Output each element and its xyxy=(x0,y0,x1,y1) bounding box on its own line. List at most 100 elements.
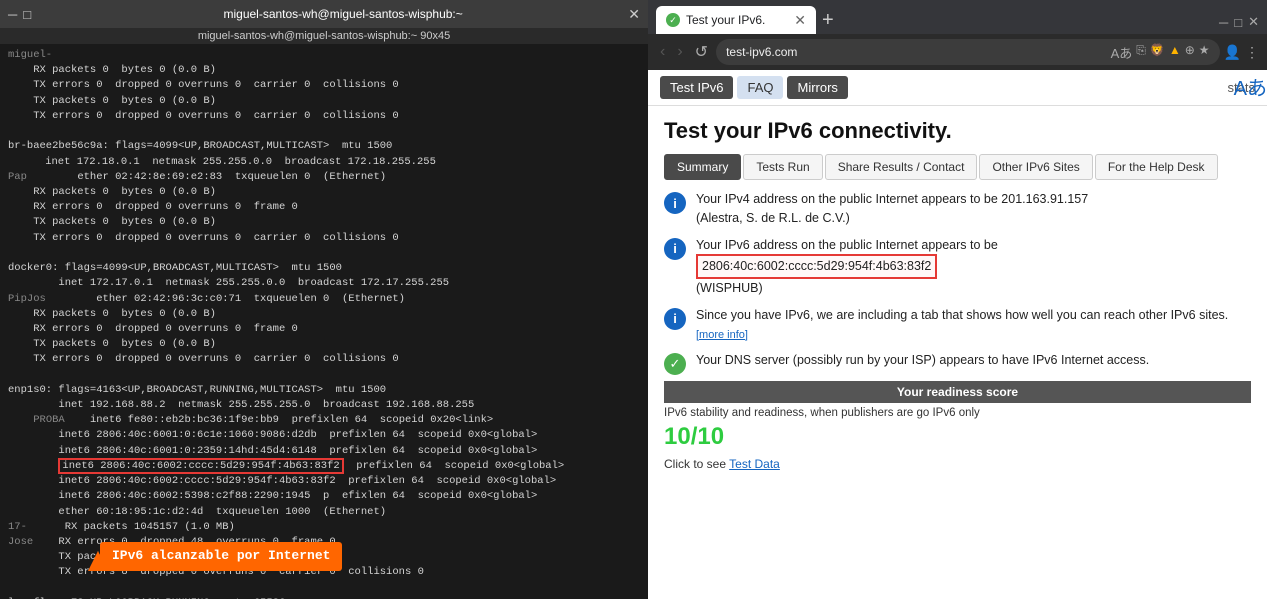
terminal-line: miguel- xyxy=(8,48,640,63)
terminal-close[interactable]: ✕ xyxy=(628,6,640,23)
readiness-bar: Your readiness score xyxy=(664,381,1251,403)
ipv6-highlight-box: inet6 2806:40c:6002:cccc:5d29:954f:4b63:… xyxy=(58,458,343,474)
terminal-line: inet6 2806:40c:6001:0:6c1e:1060:9086:d2d… xyxy=(8,428,640,443)
warning-icon: ▲ xyxy=(1169,43,1181,62)
result-text-ipv6: Your IPv6 address on the public Internet… xyxy=(696,236,998,298)
terminal-line: inet6 2806:40c:6001:0:2359:14hd:45d4:614… xyxy=(8,444,640,459)
share-icon[interactable]: ⎘ xyxy=(1136,43,1146,62)
ipv6-address-box: 2806:40c:6002:cccc:5d29:954f:4b63:83f2 xyxy=(696,254,937,279)
tab-favicon: ✓ xyxy=(666,13,680,27)
result-text-dns: Your DNS server (possibly run by your IS… xyxy=(696,351,1149,370)
terminal-line: inet 172.18.0.1 netmask 255.255.0.0 broa… xyxy=(8,155,640,170)
tab-close-button[interactable]: ✕ xyxy=(794,12,806,29)
terminal-line: RX packets 0 bytes 0 (0.0 B) xyxy=(8,63,640,78)
terminal-panel: ─ □ miguel-santos-wh@miguel-santos-wisph… xyxy=(0,0,648,599)
terminal-line: inet6 2806:40c:6002:cccc:5d29:954f:4b63:… xyxy=(8,474,640,489)
account-icon[interactable]: 👤 xyxy=(1224,44,1241,61)
terminal-line: RX errors 0 dropped 0 overruns 0 frame 0 xyxy=(8,200,640,215)
terminal-line: TX packets 0 bytes 0 (0.0 B) xyxy=(8,337,640,352)
readiness-desc: IPv6 stability and readiness, when publi… xyxy=(664,407,1251,419)
terminal-line: PipJos ether 02:42:96:3c:c0:71 txqueuele… xyxy=(8,292,640,307)
browser-maximize[interactable]: □ xyxy=(1234,15,1242,30)
terminal-title: miguel-santos-wh@miguel-santos-wisphub:~ xyxy=(58,7,628,21)
terminal-line: enp1s0: flags=4163<UP,BROADCAST,RUNNING,… xyxy=(8,383,640,398)
results-tab-help-desk[interactable]: For the Help Desk xyxy=(1095,154,1218,180)
terminal-line: ether 60:18:95:1c:d2:4d txqueuelen 1000 … xyxy=(8,505,640,520)
terminal-line: br-baee2be56c9a: flags=4099<UP,BROADCAST… xyxy=(8,139,640,154)
terminal-line: RX errors 0 dropped 0 overruns 0 frame 0 xyxy=(8,322,640,337)
results-tab-other-sites[interactable]: Other IPv6 Sites xyxy=(979,154,1092,180)
browser-ext-icons: 👤 ⋮ xyxy=(1224,44,1259,61)
tab-title: Test your IPv6. xyxy=(686,13,788,27)
nav-tab-test-ipv6[interactable]: Test IPv6 xyxy=(660,76,733,99)
address-text: test-ipv6.com xyxy=(726,45,1105,59)
terminal-line: inet 172.17.0.1 netmask 255.255.0.0 broa… xyxy=(8,276,640,291)
terminal-line: TX errors 0 dropped 0 overruns 0 carrier… xyxy=(8,78,640,93)
terminal-maximize[interactable]: □ xyxy=(23,7,31,22)
nav-reload-button[interactable]: ↺ xyxy=(691,40,712,64)
results-tab-share[interactable]: Share Results / Contact xyxy=(825,154,978,180)
brave-shield-icon[interactable]: 🦁 xyxy=(1150,43,1165,62)
terminal-line: RX packets 0 bytes 0 (0.0 B) xyxy=(8,307,640,322)
terminal-line: inet6 2806:40c:6002:5398:c2f88:2290:1945… xyxy=(8,489,640,504)
more-options-icon[interactable]: ⋮ xyxy=(1245,44,1259,61)
browser-minimize[interactable]: ─ xyxy=(1219,15,1228,30)
result-item-ipv6: i Your IPv6 address on the public Intern… xyxy=(664,236,1251,298)
browser-chrome: ✓ Test your IPv6. ✕ + ─ □ ✕ ‹ › ↺ test-i… xyxy=(648,0,1267,70)
info-icon-3: i xyxy=(664,308,686,330)
terminal-line: TX errors 0 dropped 0 overruns 0 carrier… xyxy=(8,231,640,246)
translate-page-icon[interactable]: Aあ xyxy=(1234,72,1267,101)
terminal-line: TX packets 0 bytes 0 (0.0 B) xyxy=(8,94,640,109)
browser-close[interactable]: ✕ xyxy=(1248,14,1259,30)
result-items: i Your IPv4 address on the public Intern… xyxy=(664,190,1251,375)
nav-tab-faq[interactable]: FAQ xyxy=(737,76,783,99)
terminal-line: inet 192.168.88.2 netmask 255.255.255.0 … xyxy=(8,398,640,413)
result-item-ipv4: i Your IPv4 address on the public Intern… xyxy=(664,190,1251,228)
terminal-minimize[interactable]: ─ xyxy=(8,7,17,22)
terminal-line: 17- RX packets 1045157 (1.0 MB) xyxy=(8,520,640,535)
result-text-ipv4: Your IPv4 address on the public Internet… xyxy=(696,190,1088,228)
terminal-line xyxy=(8,368,640,383)
nav-forward-button[interactable]: › xyxy=(673,41,686,63)
browser-controls-row: ‹ › ↺ test-ipv6.com Aあ ⎘ 🦁 ▲ ⊕ ★ 👤 ⋮ xyxy=(648,34,1267,70)
new-tab-button[interactable]: + xyxy=(822,9,834,32)
score-value: 10/10 xyxy=(664,423,724,451)
result-text-ipv6-sites: Since you have IPv6, we are including a … xyxy=(696,306,1251,344)
terminal-line: PROBA inet6 fe80::eb2b:bc36:1f9e:bb9 pre… xyxy=(8,413,640,428)
translate-icon[interactable]: Aあ xyxy=(1111,43,1133,62)
terminal-subtitle: miguel-santos-wh@miguel-santos-wisphub:~… xyxy=(0,28,648,44)
address-bar[interactable]: test-ipv6.com Aあ ⎘ 🦁 ▲ ⊕ ★ xyxy=(716,39,1220,65)
results-tab-tests-run[interactable]: Tests Run xyxy=(743,154,822,180)
results-tab-summary[interactable]: Summary xyxy=(664,154,741,180)
browser-tab[interactable]: ✓ Test your IPv6. ✕ xyxy=(656,6,816,34)
terminal-body[interactable]: miguel- RX packets 0 bytes 0 (0.0 B) TX … xyxy=(0,44,648,599)
test-data-link: Click to see Test Data xyxy=(664,457,1251,471)
info-icon: i xyxy=(664,192,686,214)
score-row: 10/10 xyxy=(664,423,1251,451)
terminal-line: Pap ether 02:42:8e:69:e2:83 txqueuelen 0… xyxy=(8,170,640,185)
page-content: Test IPv6 FAQ Mirrors stats Aあ Test your… xyxy=(648,70,1267,599)
terminal-line: TX errors 0 dropped 0 overruns 0 carrier… xyxy=(8,352,640,367)
terminal-line: TX errors 0 dropped 0 overruns 0 carrier… xyxy=(8,109,640,124)
terminal-line xyxy=(8,124,640,139)
terminal-line: docker0: flags=4099<UP,BROADCAST,MULTICA… xyxy=(8,261,640,276)
nav-tab-mirrors[interactable]: Mirrors xyxy=(787,76,847,99)
page-main: Test your IPv6 connectivity. Summary Tes… xyxy=(648,106,1267,599)
browser-tab-bar: ✓ Test your IPv6. ✕ + ─ □ ✕ xyxy=(648,0,1267,34)
terminal-line: inet6 2806:40c:6002:cccc:5d29:954f:4b63:… xyxy=(8,459,640,474)
page-heading: Test your IPv6 connectivity. xyxy=(664,118,1251,144)
results-tabs: Summary Tests Run Share Results / Contac… xyxy=(664,154,1251,180)
terminal-line: RX packets 0 bytes 0 (0.0 B) xyxy=(8,185,640,200)
more-info-link[interactable]: [more info] xyxy=(696,329,748,341)
test-data-anchor[interactable]: Test Data xyxy=(729,457,780,471)
terminal-line: TX packets 0 bytes 0 (0.0 B) xyxy=(8,215,640,230)
extensions-icon[interactable]: ⊕ xyxy=(1185,43,1195,62)
terminal-titlebar: ─ □ miguel-santos-wh@miguel-santos-wisph… xyxy=(0,0,648,28)
result-item-ipv6-sites: i Since you have IPv6, we are including … xyxy=(664,306,1251,344)
address-bar-icons: Aあ ⎘ 🦁 ▲ ⊕ ★ xyxy=(1111,43,1210,62)
bookmark-icon[interactable]: ★ xyxy=(1199,43,1210,62)
terminal-line xyxy=(8,581,640,596)
info-icon-2: i xyxy=(664,238,686,260)
nav-back-button[interactable]: ‹ xyxy=(656,41,669,63)
check-icon: ✓ xyxy=(664,353,686,375)
